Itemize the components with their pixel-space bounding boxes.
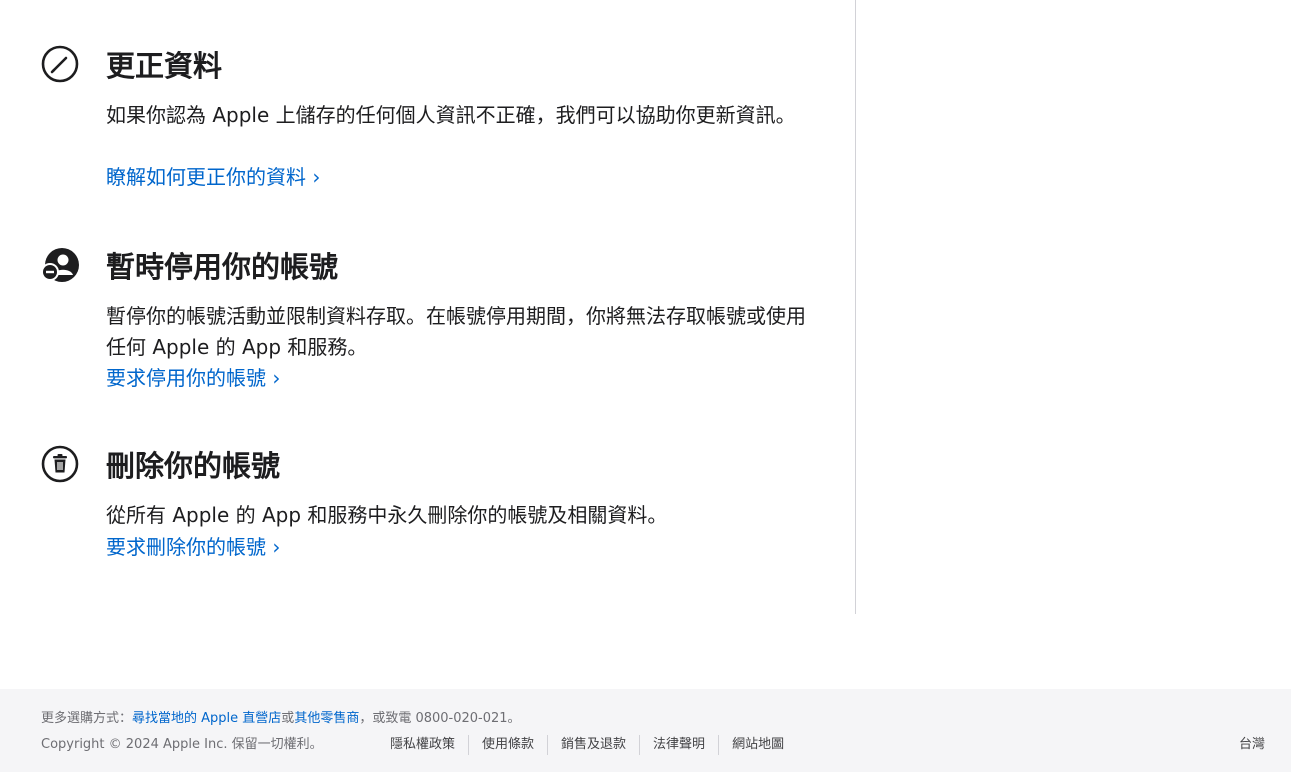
legal-link[interactable]: 法律聲明 — [639, 735, 718, 755]
call-text: ，或致電 0800-020-021。 — [359, 711, 521, 726]
deactivate-account-link[interactable]: 要求停用你的帳號 › — [106, 364, 280, 392]
person-minus-icon — [40, 245, 80, 285]
section-description: 暫停你的帳號活動並限制資料存取。在帳號停用期間，你將無法存取帳號或使用任何 Ap… — [106, 304, 806, 359]
section-title: 暫時停用你的帳號 — [106, 250, 339, 284]
find-store-link[interactable]: 尋找當地的 Apple 直營店 — [132, 711, 281, 726]
region-selector[interactable]: 台灣 — [1239, 736, 1265, 754]
section-title: 更正資料 — [106, 49, 223, 83]
pencil-circle-icon — [40, 44, 80, 84]
section-title: 刪除你的帳號 — [106, 449, 281, 483]
legal-links: 隱私權政策 使用條款 銷售及退款 法律聲明 網站地圖 — [377, 735, 797, 755]
sales-and-refunds-link[interactable]: 銷售及退款 — [547, 735, 639, 755]
terms-of-use-link[interactable]: 使用條款 — [468, 735, 547, 755]
main-content: 更正資料 如果你認為 Apple 上儲存的任何個人資訊不正確，我們可以協助你更新… — [0, 0, 856, 614]
site-map-link[interactable]: 網站地圖 — [718, 735, 797, 755]
page: 更正資料 如果你認為 Apple 上儲存的任何個人資訊不正確，我們可以協助你更新… — [0, 0, 1291, 772]
or-text: 或 — [281, 711, 295, 726]
shop-prefix-text: 更多選購方式： — [41, 711, 133, 726]
section-description: 從所有 Apple 的 App 和服務中永久刪除你的帳號及相關資料。 — [106, 503, 668, 527]
trash-circle-icon — [40, 444, 80, 484]
retailer-link[interactable]: 其他零售商 — [294, 711, 359, 726]
section-description: 如果你認為 Apple 上儲存的任何個人資訊不正確，我們可以協助你更新資訊。 — [106, 103, 796, 127]
more-ways-to-shop: 更多選購方式：尋找當地的 Apple 直營店或其他零售商，或致電 0800-02… — [41, 710, 521, 728]
privacy-policy-link[interactable]: 隱私權政策 — [377, 735, 468, 755]
copyright: Copyright © 2024 Apple Inc. 保留一切權利。 — [41, 737, 323, 752]
correct-data-link[interactable]: 瞭解如何更正你的資料 › — [106, 163, 320, 191]
footer: 更多選購方式：尋找當地的 Apple 直營店或其他零售商，或致電 0800-02… — [0, 689, 1291, 772]
delete-account-link[interactable]: 要求刪除你的帳號 › — [106, 533, 280, 561]
